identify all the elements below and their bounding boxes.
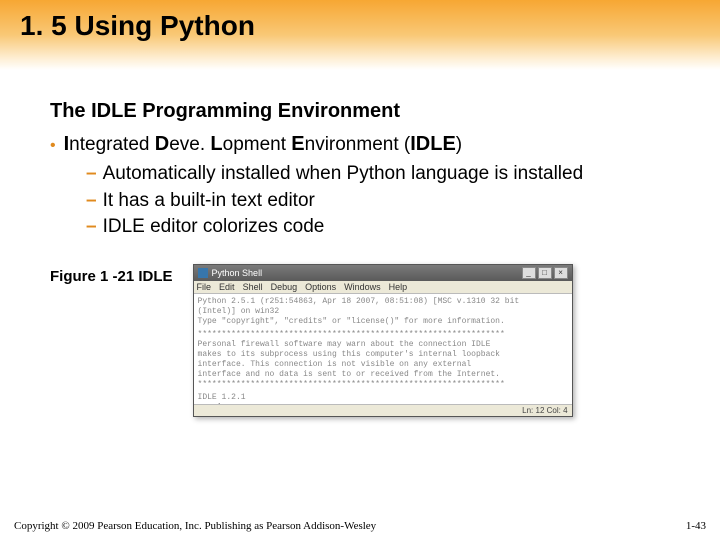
window-controls: _ □ × (522, 267, 568, 279)
dash-icon: – (86, 162, 97, 187)
header-band: 1. 5 Using Python (0, 0, 720, 70)
list-item: – IDLE editor colorizes code (86, 215, 680, 240)
menu-item: Debug (271, 282, 298, 292)
window-titlebar: Python Shell _ □ × (194, 265, 572, 281)
dash-icon: – (86, 189, 97, 214)
list-item: – Automatically installed when Python la… (86, 162, 680, 187)
page-number: 1-43 (686, 520, 706, 532)
menu-item: Help (389, 282, 408, 292)
status-bar: Ln: 12 Col: 4 (194, 404, 572, 416)
list-item: – It has a built-in text editor (86, 189, 680, 214)
sub-bullet-list: – Automatically installed when Python la… (86, 162, 680, 240)
menu-item: Windows (344, 282, 381, 292)
content-area: The IDLE Programming Environment • Integ… (0, 70, 720, 417)
menu-item: Edit (219, 282, 235, 292)
shell-output: Python 2.5.1 (r251:54863, Apr 18 2007, 0… (194, 294, 572, 404)
subheading: The IDLE Programming Environment (50, 100, 680, 123)
minimize-icon: _ (522, 267, 536, 279)
window-title-text: Python Shell (212, 268, 263, 278)
menu-item: Options (305, 282, 336, 292)
close-icon: × (554, 267, 568, 279)
menu-item: File (197, 282, 212, 292)
menu-item: Shell (243, 282, 263, 292)
figure-row: Figure 1 -21 IDLE Python Shell _ □ × Fil… (50, 264, 680, 417)
bullet-acronym: • Integrated Deve. Lopment Environment (… (50, 133, 680, 156)
maximize-icon: □ (538, 267, 552, 279)
python-icon (198, 268, 208, 278)
idle-window-screenshot: Python Shell _ □ × File Edit Shell Debug… (193, 264, 573, 417)
dash-icon: – (86, 215, 97, 240)
slide-title: 1. 5 Using Python (20, 10, 720, 42)
figure-caption: Figure 1 -21 IDLE (50, 264, 173, 285)
slide-footer: Copyright © 2009 Pearson Education, Inc.… (14, 520, 706, 532)
menu-bar: File Edit Shell Debug Options Windows He… (194, 281, 572, 294)
acronym-text: Integrated Deve. Lopment Environment (ID… (64, 133, 463, 156)
bullet-dot-icon: • (50, 138, 56, 154)
copyright-text: Copyright © 2009 Pearson Education, Inc.… (14, 520, 376, 532)
